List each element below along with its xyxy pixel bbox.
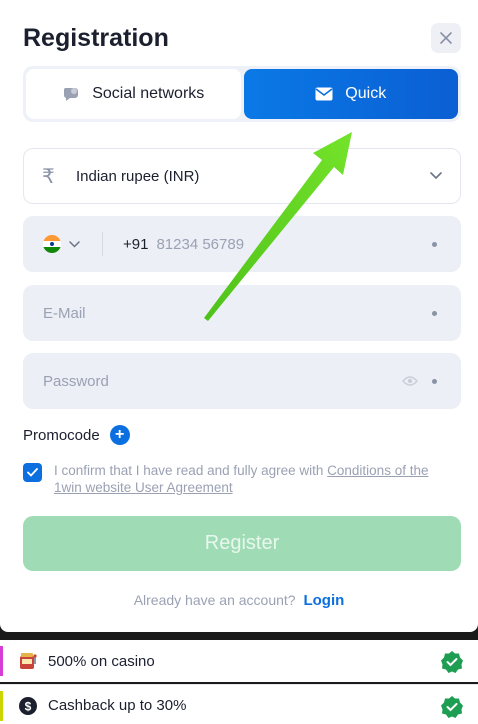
chevron-down-icon	[69, 240, 80, 248]
tab-quick-label: Quick	[345, 85, 387, 102]
login-question: Already have an account?	[133, 592, 296, 608]
plus-icon[interactable]: +	[109, 425, 130, 445]
phone-country-code: +91	[123, 235, 149, 253]
close-icon	[440, 32, 452, 44]
register-button[interactable]: Register	[23, 516, 461, 571]
modal-title: Registration	[23, 24, 169, 52]
registration-tabs: Social networks Quick	[23, 66, 461, 122]
bonus-item-casino: 500% on casino	[0, 640, 478, 682]
chevron-down-icon	[430, 172, 442, 180]
login-link[interactable]: Login	[303, 592, 344, 609]
password-input[interactable]	[23, 353, 402, 409]
envelope-icon	[315, 87, 333, 101]
registration-modal: Registration Social networks Quick ₹ Ind…	[0, 0, 478, 632]
agreement: I confirm that I have read and fully agr…	[23, 462, 453, 496]
password-field[interactable]	[23, 353, 461, 409]
email-input[interactable]	[23, 285, 432, 341]
tab-social-networks[interactable]: Social networks	[26, 69, 241, 119]
agree-text-body: I confirm that I have read and fully agr…	[54, 463, 328, 478]
svg-text:$: $	[25, 699, 32, 713]
phone-field[interactable]: +91 81234 56789	[23, 216, 461, 272]
bonus-label: 500% on casino	[48, 652, 155, 670]
promocode-label: Promocode	[23, 426, 100, 444]
slot-machine-icon	[18, 651, 38, 671]
agree-checkbox[interactable]	[23, 463, 42, 482]
verified-badge-icon	[441, 651, 463, 673]
bonus-edge	[0, 691, 3, 721]
email-field[interactable]	[23, 285, 461, 341]
agree-text: I confirm that I have read and fully agr…	[54, 462, 453, 496]
checkmark-icon	[27, 468, 38, 477]
bonus-edge	[0, 646, 3, 676]
bonus-item-cashback: $ Cashback up to 30%	[0, 684, 478, 724]
india-flag-icon	[43, 235, 61, 253]
eye-icon[interactable]	[402, 375, 418, 387]
promocode-toggle[interactable]: Promocode +	[23, 425, 130, 445]
required-dot-icon	[432, 310, 437, 316]
tab-quick[interactable]: Quick	[243, 69, 458, 119]
country-selector[interactable]	[23, 232, 103, 256]
verified-badge-icon	[441, 696, 463, 718]
currency-value: Indian rupee (INR)	[76, 167, 200, 185]
dollar-coin-icon: $	[18, 696, 38, 716]
tab-social-networks-label: Social networks	[92, 85, 205, 102]
phone-placeholder: 81234 56789	[156, 235, 245, 253]
chat-bubble-icon	[64, 88, 79, 101]
close-button[interactable]	[431, 23, 461, 53]
bonus-label: Cashback up to 30%	[48, 697, 187, 714]
required-dot-icon	[432, 241, 437, 247]
rupee-icon: ₹	[42, 165, 55, 188]
required-dot-icon	[432, 378, 437, 384]
login-row: Already have an account? Login	[0, 592, 478, 609]
currency-select[interactable]: ₹ Indian rupee (INR)	[23, 148, 461, 204]
